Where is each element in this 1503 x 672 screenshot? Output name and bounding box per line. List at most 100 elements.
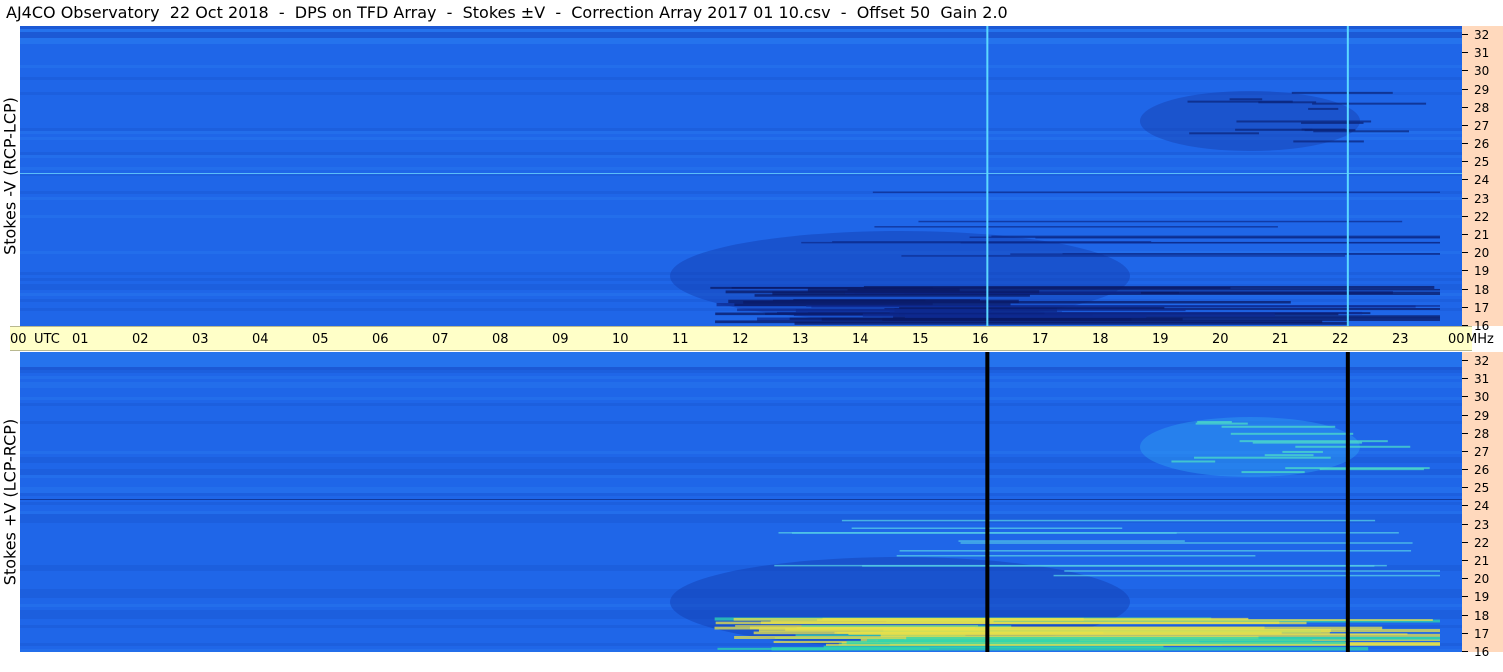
burst-streak [878,639,1080,642]
frequency-tick-label: 28 [1474,100,1490,115]
mid-streak [778,532,1399,534]
frequency-tick [1462,143,1468,145]
frequency-tick [1462,124,1468,126]
burst-streak [728,299,1019,304]
burst-streak [771,647,1369,651]
spectrogram-band [20,152,1462,155]
frequency-tick [1462,252,1468,254]
time-tick-label: 17 [1032,332,1049,347]
interference-line [20,499,1462,500]
frequency-axis-bottom: 32 31 30 29 28 27 26 25 24 23 22 21 20 19 18 17 16 [1462,352,1503,659]
frequency-tick-label: 19 [1474,590,1490,605]
burst-streak [806,305,1440,307]
clutter-streak [1230,432,1354,435]
spectrogram-band [20,26,1462,29]
frequency-tick-label: 22 [1474,209,1490,224]
spectrogram-band [20,35,1462,38]
time-tick-label: 19 [1152,332,1169,347]
frequency-tick [1462,288,1468,290]
frequency-tick-label: 25 [1474,155,1490,170]
frequency-tick-label: 20 [1474,246,1490,261]
burst-streak [725,290,1040,294]
time-tick-label: 21 [1272,332,1289,347]
frequency-tick [1462,578,1468,580]
frequency-tick-label: 30 [1474,390,1490,405]
frequency-tick-label: 26 [1474,463,1490,478]
spectrogram-band [20,370,1462,373]
frequency-tick-label: 32 [1474,354,1490,368]
spectrogram-band [20,490,1462,493]
clutter-streak [1229,98,1263,101]
frequency-tick-label: 23 [1474,191,1490,206]
clutter-streak [1264,454,1314,457]
spectrogram-band [20,517,1462,520]
time-tick-label: 02 [132,332,149,347]
spectrogram-band [20,487,1462,490]
clutter-streak [1313,130,1409,133]
burst-streak [796,626,975,630]
spectrogram-band [20,197,1462,200]
spectrogram-band [20,514,1462,517]
frequency-tick [1462,396,1468,398]
frequency-tick-label: 32 [1474,28,1490,42]
frequency-tick [1462,360,1468,361]
spectrogram-top [20,26,1462,326]
mid-streak [960,242,1440,244]
spectrogram-band [20,403,1462,406]
clutter-streak [1235,128,1313,131]
mid-streak [899,550,1412,552]
time-tick-label: 20 [1212,332,1229,347]
time-tick-label: 04 [252,332,269,347]
bottom-panel-label-area: Stokes +V (LCP-RCP) [0,352,20,652]
mid-streak [872,191,1440,194]
frequency-tick [1462,106,1468,108]
frequency-tick [1462,596,1468,598]
spectrogram-band [20,358,1462,361]
time-tick-label: 11 [672,332,689,347]
frequency-tick-label: 17 [1474,300,1490,315]
time-tick-label: 01 [72,332,89,347]
frequency-tick [1462,650,1468,652]
time-tick-label: 00 [1448,332,1465,347]
time-tick-label: 23 [1392,332,1409,347]
interference-line [20,173,1462,174]
time-tick-label: 07 [432,332,449,347]
time-tick-label: UTC [34,332,60,347]
chart-title: AJ4CO Observatory 22 Oct 2018 - DPS on T… [6,3,1008,22]
mid-streak [874,226,1278,228]
spectrogram-band [20,167,1462,170]
frequency-tick [1462,34,1468,35]
frequency-tick [1462,469,1468,471]
clutter-streak [1195,422,1248,425]
time-tick-label: 22 [1332,332,1349,347]
frequency-tick-label: 20 [1474,572,1490,587]
spectrogram-band [20,364,1462,367]
time-tick-label: 08 [492,332,509,347]
spectrogram-svg [20,26,1462,326]
burst-streak [794,321,1349,325]
frequency-tick [1462,179,1468,181]
time-tick-label: MHz [1466,332,1494,347]
frequency-tick-label: 31 [1474,372,1490,387]
frequency-tick [1462,487,1468,489]
frequency-tick [1462,378,1468,380]
frequency-tick-label: 24 [1474,173,1490,188]
clutter-streak [1241,471,1305,474]
frequency-tick-label: 16 [1474,644,1490,659]
frequency-tick-label: 21 [1474,228,1490,242]
frequency-tick-label: 24 [1474,499,1490,514]
bottom-panel-label: Stokes +V (LCP-RCP) [0,418,20,586]
frequency-tick-label: 19 [1474,264,1490,279]
burst-streak [731,287,933,289]
mid-streak [1035,237,1440,239]
spectrogram-band [20,38,1462,41]
burst-streak [816,619,1433,621]
clutter-streak [1301,121,1364,124]
vertical-marker [985,352,990,652]
title-bar: AJ4CO Observatory 22 Oct 2018 - DPS on T… [0,0,1462,27]
mid-streak [918,220,1403,223]
burst-streak [847,288,1440,291]
time-tick-label: 12 [732,332,749,347]
mid-streak [991,235,1440,238]
spectrogram-band [20,493,1462,496]
